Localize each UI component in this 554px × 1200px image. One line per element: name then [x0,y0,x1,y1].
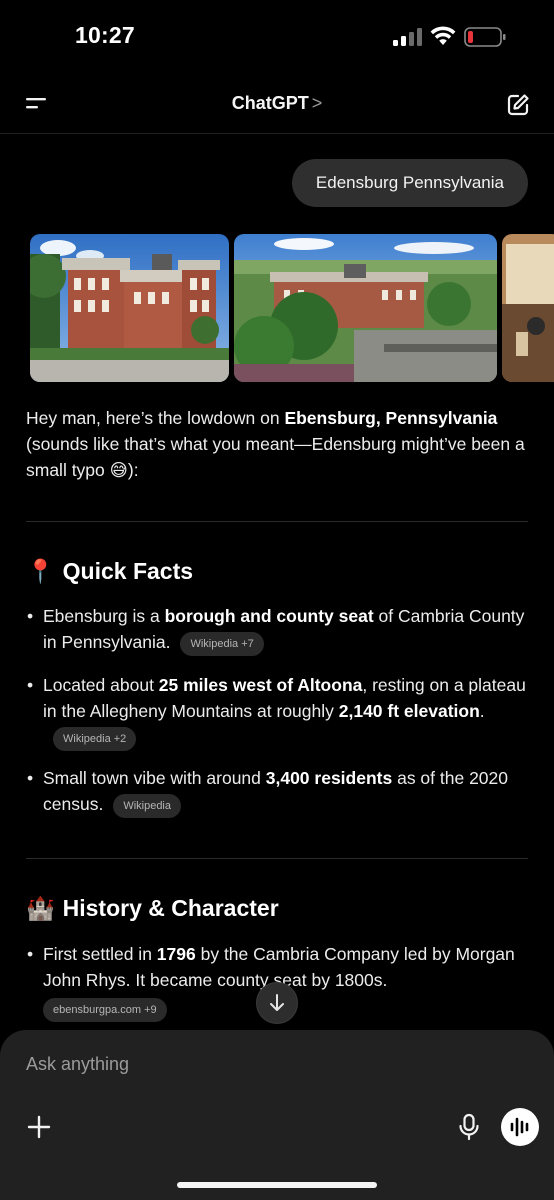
bullet-bold: 2,140 ft elevation [338,701,480,721]
bullet-dot: • [27,768,34,788]
bullet-text: Located about [43,675,159,695]
bullet-dot: • [27,675,34,695]
chevron-right-icon: > [311,93,323,113]
castle-emoji: 🏰 [26,896,55,922]
battery-icon [464,27,506,47]
model-selector[interactable]: ChatGPT > [0,93,554,114]
sweat-smile-emoji: 😅 [109,461,128,481]
quick-facts-heading: 📍 Quick Facts [26,558,193,585]
nav-bar: ChatGPT > [0,74,554,134]
bullet-text: Ebensburg is a [43,606,165,626]
status-time: 10:27 [75,22,135,48]
source-chip[interactable]: ebensburgpa.com +9 [43,998,167,1022]
source-chip[interactable]: Wikipedia +7 [180,632,264,656]
nav-title-label: ChatGPT [231,93,309,113]
status-bar: 10:27 [0,0,554,74]
scroll-to-bottom-button[interactable] [256,982,298,1024]
assistant-intro: Hey man, here’s the lowdown on Ebensburg… [26,405,528,484]
divider [26,521,528,522]
image-carousel[interactable] [30,234,554,384]
home-indicator [177,1182,377,1188]
wifi-icon [430,26,456,45]
arrow-down-icon [270,994,284,1011]
quick-facts-title: Quick Facts [62,558,194,584]
cellular-signal-icon [393,28,422,46]
bullet-dot: • [27,944,34,964]
bullet-text: Small town vibe with around [43,768,266,788]
composer: Ask anything [0,1030,554,1200]
list-item: • Ebensburg is a borough and county seat… [26,603,528,656]
cafe-image[interactable] [502,234,554,382]
bullet-text: First settled in [43,944,157,964]
intro-prefix: Hey man, here’s the lowdown on [26,408,285,428]
divider [26,858,528,859]
intro-bold: Ebensburg, Pennsylvania [284,408,498,428]
bullet-bold: 1796 [156,944,196,964]
aerial-town-image[interactable] [234,234,497,382]
pin-emoji: 📍 [26,559,55,585]
voice-mode-button[interactable] [501,1108,539,1146]
microphone-icon[interactable] [456,1112,482,1142]
message-input[interactable]: Ask anything [26,1054,129,1075]
history-heading: 🏰 History & Character [26,895,279,922]
bullet-bold: borough and county seat [164,606,374,626]
bullet-bold: 3,400 residents [265,768,393,788]
list-item: • Small town vibe with around 3,400 resi… [26,765,528,818]
intro-suffix: (sounds like that’s what you meant—Edens… [26,434,525,480]
user-message-bubble: Edensburg Pennsylvania [291,159,528,207]
bullet-text: . [479,701,485,721]
voice-waveform-icon [510,1117,529,1137]
intro-end: ): [127,460,139,480]
list-item: • Located about 25 miles west of Altoona… [26,672,528,751]
source-chip[interactable]: Wikipedia +2 [53,727,137,751]
bullet-dot: • [27,606,34,626]
compose-icon[interactable] [503,90,533,120]
history-title: History & Character [62,895,279,921]
plus-icon[interactable] [24,1112,54,1142]
bullet-bold: 25 miles west of Altoona [158,675,363,695]
courthouse-image[interactable] [30,234,229,382]
source-chip[interactable]: Wikipedia [113,794,181,818]
